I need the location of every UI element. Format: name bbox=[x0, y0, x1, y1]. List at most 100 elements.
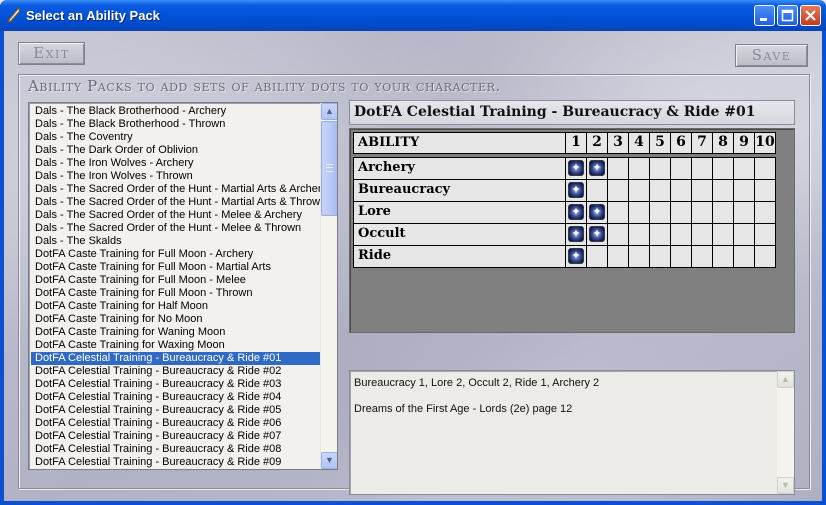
ability-dot-cell[interactable] bbox=[691, 223, 713, 246]
ability-dot-cell[interactable] bbox=[754, 245, 776, 268]
ability-row-label[interactable]: Archery bbox=[353, 157, 566, 180]
ability-dot-cell[interactable] bbox=[565, 245, 587, 268]
ability-dot-cell[interactable] bbox=[733, 179, 755, 202]
ability-dot-cell[interactable] bbox=[712, 245, 734, 268]
list-item[interactable]: DotFA Celestial Training - Bureaucracy &… bbox=[31, 417, 321, 430]
ability-dot-cell[interactable] bbox=[649, 223, 671, 246]
ability-dot-cell[interactable] bbox=[607, 157, 629, 180]
ability-dot-cell[interactable] bbox=[607, 245, 629, 268]
ability-dot-cell[interactable] bbox=[628, 179, 650, 202]
ability-dot-cell[interactable] bbox=[733, 245, 755, 268]
ability-dot-cell[interactable] bbox=[670, 179, 692, 202]
ability-dot-cell[interactable] bbox=[691, 201, 713, 224]
ability-dot-cell[interactable] bbox=[628, 223, 650, 246]
ability-dot-cell[interactable] bbox=[586, 201, 608, 224]
ability-dot-cell[interactable] bbox=[691, 157, 713, 180]
list-item[interactable]: DotFA Celestial Training - Bureaucracy &… bbox=[31, 365, 321, 378]
ability-row-label[interactable]: Ride bbox=[353, 245, 566, 268]
list-item[interactable]: Dals - The Iron Wolves - Thrown bbox=[31, 170, 321, 183]
list-item[interactable]: Dals - The Sacred Order of the Hunt - Ma… bbox=[31, 183, 327, 196]
maximize-button[interactable] bbox=[777, 5, 798, 26]
save-button[interactable]: Save bbox=[735, 44, 808, 67]
scroll-up-button[interactable]: ▲ bbox=[321, 103, 337, 120]
ability-dot-cell[interactable] bbox=[754, 179, 776, 202]
list-item[interactable]: DotFA Celestial Training - Bureaucracy &… bbox=[31, 443, 321, 456]
list-item[interactable]: DotFA Celestial Training - Bureaucracy &… bbox=[31, 378, 321, 391]
list-item[interactable]: DotFA Caste Training for Full Moon - Arc… bbox=[31, 248, 321, 261]
minimize-button[interactable] bbox=[754, 5, 775, 26]
list-item[interactable]: Dals - The Dark Order of Oblivion bbox=[31, 144, 321, 157]
list-item[interactable]: DotFA Caste Training for Full Moon - Mel… bbox=[31, 274, 321, 287]
list-item[interactable]: Dals - The Sacred Order of the Hunt - Me… bbox=[31, 209, 321, 222]
ability-dot-cell[interactable] bbox=[607, 223, 629, 246]
list-item[interactable]: Dals - The Skalds bbox=[31, 235, 321, 248]
ability-dot-cell[interactable] bbox=[754, 157, 776, 180]
ability-dot-cell[interactable] bbox=[670, 245, 692, 268]
list-item[interactable]: DotFA Celestial Training - Bureaucracy &… bbox=[31, 352, 321, 365]
ability-dot-cell[interactable] bbox=[670, 157, 692, 180]
ability-dot-cell[interactable] bbox=[649, 157, 671, 180]
ability-dot-cell[interactable] bbox=[586, 179, 608, 202]
list-item[interactable]: DotFA Caste Training for Waxing Moon bbox=[31, 339, 321, 352]
ability-row-label[interactable]: Occult bbox=[353, 223, 566, 246]
quill-icon bbox=[7, 7, 21, 23]
ability-dot-cell[interactable] bbox=[607, 179, 629, 202]
list-item[interactable]: DotFA Celestial Training - Bureaucracy &… bbox=[31, 456, 321, 469]
list-item[interactable]: Dals - The Iron Wolves - Archery bbox=[31, 157, 321, 170]
ability-dot-cell[interactable] bbox=[628, 245, 650, 268]
desc-scroll-down-button[interactable]: ▼ bbox=[777, 477, 794, 494]
ability-dot-cell[interactable] bbox=[712, 157, 734, 180]
title-bar[interactable]: Select an Ability Pack bbox=[0, 0, 826, 31]
pack-list-scrollbar[interactable]: ▲ ▼ bbox=[320, 103, 337, 469]
ability-dot-cell[interactable] bbox=[754, 223, 776, 246]
ability-dot-cell[interactable] bbox=[649, 179, 671, 202]
scroll-down-button[interactable]: ▼ bbox=[321, 452, 337, 469]
list-item[interactable]: Dals - The Sacred Order of the Hunt - Ma… bbox=[31, 196, 326, 209]
exit-button[interactable]: Exit bbox=[18, 42, 85, 65]
list-item[interactable]: DotFA Celestial Training - Bureaucracy &… bbox=[31, 391, 321, 404]
ability-dot-cell[interactable] bbox=[565, 223, 587, 246]
ability-dot-cell[interactable] bbox=[670, 201, 692, 224]
ability-dot-cell[interactable] bbox=[691, 179, 713, 202]
ability-row-label[interactable]: Bureaucracy bbox=[353, 179, 566, 202]
list-item[interactable]: DotFA Caste Training for Half Moon bbox=[31, 300, 321, 313]
description-box[interactable]: Bureaucracy 1, Lore 2, Occult 2, Ride 1,… bbox=[349, 370, 795, 495]
ability-dot-cell[interactable] bbox=[628, 157, 650, 180]
ability-dot-cell[interactable] bbox=[733, 201, 755, 224]
ability-dot-cell[interactable] bbox=[565, 157, 587, 180]
ability-row-label[interactable]: Lore bbox=[353, 201, 566, 224]
close-button[interactable] bbox=[800, 5, 821, 26]
ability-dot-cell[interactable] bbox=[586, 245, 608, 268]
ability-dot-cell[interactable] bbox=[733, 157, 755, 180]
pack-list[interactable]: Dals - The Black Brotherhood - Archery Da… bbox=[28, 102, 338, 470]
ability-dot-cell[interactable] bbox=[586, 157, 608, 180]
list-item[interactable]: Dals - The Sacred Order of the Hunt - Me… bbox=[31, 222, 321, 235]
list-item[interactable]: DotFA Caste Training for Full Moon - Mar… bbox=[31, 261, 321, 274]
ability-dot-cell[interactable] bbox=[565, 201, 587, 224]
ability-dot-cell[interactable] bbox=[712, 223, 734, 246]
ability-dot-cell[interactable] bbox=[586, 223, 608, 246]
ability-dot-cell[interactable] bbox=[691, 245, 713, 268]
ability-dot-cell[interactable] bbox=[565, 179, 587, 202]
desc-scroll-up-button[interactable]: ▲ bbox=[777, 371, 794, 388]
ability-dot-cell[interactable] bbox=[733, 223, 755, 246]
ability-dot-cell[interactable] bbox=[649, 245, 671, 268]
list-item[interactable]: Dals - The Black Brotherhood - Thrown bbox=[31, 118, 321, 131]
list-item[interactable]: DotFA Celestial Training - Bureaucracy &… bbox=[31, 430, 321, 443]
list-item[interactable]: DotFA Caste Training for Waning Moon bbox=[31, 326, 321, 339]
description-scrollbar[interactable]: ▲ ▼ bbox=[777, 371, 794, 494]
ability-dot-cell[interactable] bbox=[712, 201, 734, 224]
list-item[interactable]: DotFA Celestial Training - Bureaucracy &… bbox=[31, 404, 321, 417]
ability-dot-cell[interactable] bbox=[712, 179, 734, 202]
ability-dot-cell[interactable] bbox=[754, 201, 776, 224]
ability-dot-cell[interactable] bbox=[628, 201, 650, 224]
ability-dot-cell[interactable] bbox=[607, 201, 629, 224]
scroll-thumb[interactable] bbox=[321, 121, 337, 216]
list-item[interactable]: Dals - The Black Brotherhood - Archery bbox=[31, 105, 321, 118]
ability-dot-cell[interactable] bbox=[649, 201, 671, 224]
list-item[interactable]: DotFA Caste Training for No Moon bbox=[31, 313, 321, 326]
list-item[interactable]: Dals - The Coventry bbox=[31, 131, 321, 144]
ability-dot-cell[interactable] bbox=[670, 223, 692, 246]
list-item[interactable]: DotFA Caste Training for Full Moon - Thr… bbox=[31, 287, 321, 300]
grid-header-level: 3 bbox=[607, 132, 629, 154]
